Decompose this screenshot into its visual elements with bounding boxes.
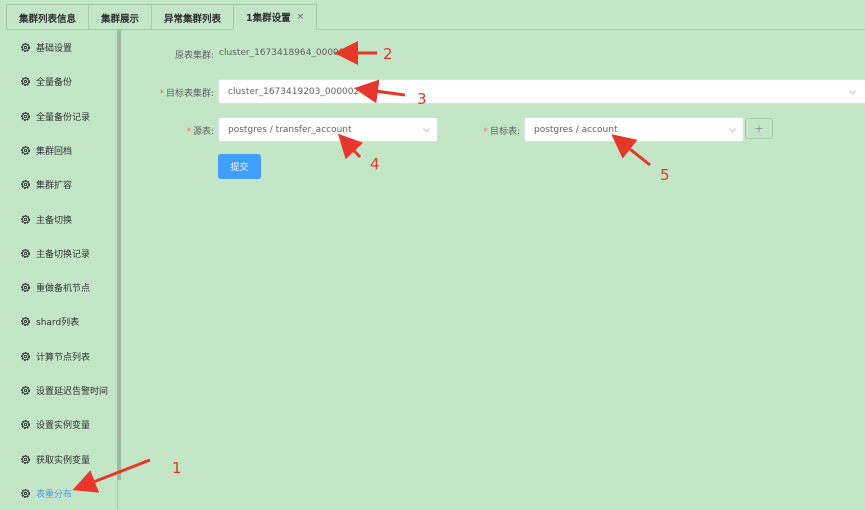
annotation-4: 4 (370, 155, 380, 173)
tab-cluster-display[interactable]: 集群展示 (88, 4, 153, 30)
sidebar-item[interactable]: 全量备份记录 (20, 110, 90, 123)
tab-bar: 集群列表信息 集群展示 异常集群列表 1集群设置 × (6, 4, 865, 30)
sidebar (6, 30, 118, 510)
sidebar-item-label: 全量备份记录 (36, 112, 91, 123)
sidebar-item[interactable]: 重做备机节点 (20, 281, 90, 294)
sidebar-item[interactable]: 主备切换记录 (20, 247, 90, 260)
sidebar-item-label: shard列表 (36, 318, 80, 329)
target-table-select[interactable]: postgres / account (524, 117, 744, 142)
label-text: 目标表: (489, 127, 520, 137)
gear-icon (20, 282, 31, 293)
select-value: cluster_1673419203_000002 (228, 86, 360, 97)
chevron-down-icon (728, 124, 737, 133)
select-value: postgres / account (534, 124, 618, 135)
sidebar-item-label: 全量备份 (36, 78, 73, 89)
gear-icon (20, 488, 31, 499)
source-table-label: * 源表: (150, 124, 214, 137)
sidebar-item-label: 计算节点列表 (36, 352, 91, 363)
sidebar-item-label: 集群扩容 (36, 181, 73, 192)
sidebar-item-label: 主备切换记录 (36, 249, 91, 260)
chevron-down-icon (848, 86, 857, 95)
target-cluster-select[interactable]: cluster_1673419203_000002 (218, 79, 865, 104)
annotation-5: 5 (660, 166, 670, 184)
sidebar-item[interactable]: 集群扩容 (20, 178, 72, 191)
sidebar-item-label: 表重分布 (36, 489, 73, 500)
gear-icon (20, 248, 31, 259)
sidebar-item[interactable]: shard列表 (20, 315, 79, 328)
gear-icon (20, 316, 31, 327)
chevron-down-icon (422, 124, 431, 133)
gear-icon (20, 385, 31, 396)
tab-cluster-list-info[interactable]: 集群列表信息 (6, 4, 90, 30)
close-icon[interactable]: × (297, 12, 305, 22)
arrow-5 (611, 134, 651, 167)
source-table-select[interactable]: postgres / transfer_account (218, 117, 438, 142)
sidebar-item-label: 基础设置 (36, 44, 73, 54)
gear-icon (20, 111, 31, 122)
sidebar-item[interactable]: 主备切换 (20, 213, 72, 226)
required-mark: * (483, 127, 488, 137)
sidebar-item[interactable]: 计算节点列表 (20, 350, 90, 363)
submit-button[interactable]: 提交 (218, 154, 261, 179)
sidebar-item[interactable]: 获取实例变量 (20, 453, 90, 466)
sidebar-item[interactable]: 全量备份 (20, 75, 72, 88)
annotation-3: 3 (417, 90, 427, 108)
gear-icon (20, 214, 31, 225)
gear-icon (20, 145, 31, 156)
label-text: 源表: (192, 127, 214, 137)
sidebar-item[interactable]: 设置延迟告警时间 (20, 384, 108, 397)
annotation-arrows (72, 41, 651, 493)
target-table-label: * 目标表: (460, 124, 520, 137)
gear-icon (20, 42, 31, 53)
sidebar-item[interactable]: 表重分布 (20, 487, 72, 500)
source-cluster-value: cluster_1673418964_000001 (219, 48, 351, 58)
gear-icon (20, 454, 31, 465)
sidebar-item-label: 设置实例变量 (36, 421, 91, 432)
gear-icon (20, 419, 31, 430)
select-value: postgres / transfer_account (228, 124, 352, 135)
tab-label: 1集群设置 (246, 13, 291, 24)
label-text: 目标表集群: (165, 89, 214, 99)
sidebar-item-label: 重做备机节点 (36, 284, 91, 295)
tab-label: 异常集群列表 (164, 13, 222, 25)
sidebar-item-label: 获取实例变量 (36, 455, 91, 466)
source-cluster-label: 原表集群: (174, 51, 214, 61)
tab-label: 集群展示 (101, 13, 140, 25)
gear-icon (20, 179, 31, 190)
gear-icon (20, 76, 31, 87)
annotation-2: 2 (383, 45, 393, 63)
sidebar-scrollbar[interactable] (117, 30, 121, 480)
tab-abnormal-cluster-list[interactable]: 异常集群列表 (151, 4, 235, 30)
gear-icon (20, 351, 31, 362)
sidebar-item-label: 设置延迟告警时间 (36, 387, 109, 397)
annotation-1: 1 (172, 459, 182, 477)
required-mark: * (159, 89, 164, 99)
add-button[interactable]: + (745, 118, 773, 139)
required-mark: * (186, 127, 191, 137)
sidebar-item[interactable]: 设置实例变量 (20, 418, 90, 431)
sidebar-item[interactable]: 基础设置 (20, 41, 72, 54)
sidebar-item[interactable]: 集群回档 (20, 144, 72, 157)
tab-label: 集群列表信息 (19, 13, 77, 25)
target-cluster-label: * 目标表集群: (140, 86, 214, 99)
tab-cluster-settings[interactable]: 1集群设置 × (233, 4, 318, 30)
sidebar-item-label: 主备切换 (36, 215, 73, 226)
sidebar-item-label: 集群回档 (36, 146, 73, 157)
